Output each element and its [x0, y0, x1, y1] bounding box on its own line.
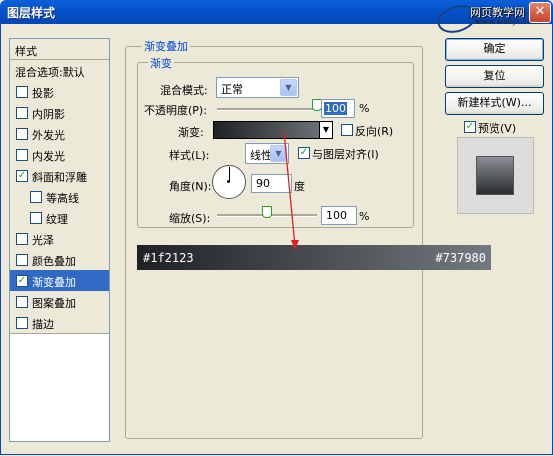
sidebar-item[interactable]: ✓ 渐变叠加 — [10, 270, 109, 292]
chevron-down-icon: ▼ — [280, 79, 297, 96]
sidebar-item-label: 描边 — [32, 318, 54, 331]
gradient-dropdown-icon[interactable]: ▼ — [319, 121, 333, 139]
sidebar-item-checkbox[interactable] — [16, 86, 28, 98]
sidebar-item-label: 颜色叠加 — [32, 255, 76, 268]
sidebar-item-checkbox[interactable] — [16, 233, 28, 245]
sidebar-item-label: 外发光 — [32, 129, 65, 142]
sidebar-item-label: 纹理 — [46, 213, 68, 226]
sidebar-item-checkbox[interactable] — [16, 128, 28, 140]
opacity-slider[interactable] — [217, 108, 317, 111]
sidebar-item[interactable]: 混合选项:默认 — [10, 60, 109, 82]
sidebar-item[interactable]: 纹理 — [10, 207, 109, 229]
sidebar-item[interactable]: 图案叠加 — [10, 291, 109, 313]
sidebar-item[interactable]: 等高线 — [10, 186, 109, 208]
sidebar-item-label: 渐变叠加 — [32, 276, 76, 289]
gradient-start-color-label: #1f2123 — [143, 251, 194, 265]
sidebar-item[interactable]: 内阴影 — [10, 102, 109, 124]
opacity-input-value: 100 — [324, 102, 347, 115]
opacity-label: 不透明度(P): — [144, 104, 207, 117]
sidebar-item-checkbox[interactable] — [16, 149, 28, 161]
style-preview-swatch — [476, 156, 514, 195]
sidebar-item-label: 斜面和浮雕 — [32, 171, 87, 184]
scale-slider-handle[interactable] — [262, 206, 272, 218]
reverse-label: 反向(R) — [355, 125, 394, 138]
sidebar-item[interactable]: 光泽 — [10, 228, 109, 250]
angle-input[interactable]: 90 — [251, 174, 292, 193]
angle-label: 角度(N): — [169, 180, 212, 193]
preview-checkbox[interactable]: ✓ — [464, 121, 476, 133]
scale-percent: % — [359, 210, 370, 223]
opacity-input[interactable]: 100 — [321, 99, 355, 118]
sidebar-item[interactable]: 外发光 — [10, 123, 109, 145]
sidebar-item[interactable]: 投影 — [10, 81, 109, 103]
style-value: 线性 — [250, 149, 272, 162]
angle-unit: 度 — [294, 180, 305, 193]
sidebar-item-label: 内发光 — [32, 150, 65, 163]
align-with-layer-label: 与图层对齐(I) — [312, 148, 379, 161]
blend-mode-value: 正常 — [221, 83, 243, 96]
gradient-overlay-title: 渐变叠加 — [142, 38, 190, 54]
style-label: 样式(L): — [169, 149, 210, 162]
angle-dial-center — [227, 180, 230, 183]
sidebar-item-label: 图案叠加 — [32, 297, 76, 310]
close-button[interactable]: ✕ — [529, 2, 551, 23]
sidebar-item-label: 内阴影 — [32, 108, 65, 121]
scale-input[interactable]: 100 — [321, 206, 357, 225]
preview-label: 预览(V) — [478, 122, 517, 135]
sidebar-item[interactable]: ✓ 斜面和浮雕 — [10, 165, 109, 187]
sidebar-item-label: 光泽 — [32, 234, 54, 247]
style-list-header-label: 样式 — [15, 45, 37, 58]
sidebar-item-label: 等高线 — [46, 192, 79, 205]
sidebar-item-checkbox[interactable] — [16, 254, 28, 266]
gradient-label: 渐变: — [178, 126, 204, 139]
gradient-annotation-bar: #1f2123 #737980 — [137, 245, 491, 270]
sidebar-item-checkbox[interactable] — [16, 317, 28, 329]
sidebar-item-checkbox[interactable] — [16, 296, 28, 308]
blend-mode-select[interactable]: 正常 ▼ — [216, 77, 299, 98]
window-title: 图层样式 — [7, 6, 56, 20]
scale-label: 缩放(S): — [169, 212, 211, 225]
ok-button[interactable]: 确定 — [445, 38, 544, 61]
sidebar-item-label: 投影 — [32, 87, 54, 100]
title-bar: 图层样式 网页教学网 www.webjx.com ✕ — [0, 0, 553, 38]
opacity-percent: % — [359, 102, 370, 115]
style-list: 样式 混合选项:默认投影内阴影外发光内发光 ✓ 斜面和浮雕等高线纹理光泽颜色叠加 ✓ 渐… — [9, 38, 110, 442]
sidebar-item-checkbox[interactable] — [30, 212, 42, 224]
angle-dial[interactable] — [212, 165, 246, 199]
sidebar-item-checkbox[interactable] — [30, 191, 42, 203]
sidebar-item[interactable]: 颜色叠加 — [10, 249, 109, 271]
sidebar-item[interactable]: 内发光 — [10, 144, 109, 166]
sidebar-item-checkbox[interactable]: ✓ — [16, 170, 28, 182]
scale-input-value: 100 — [326, 209, 347, 222]
sidebar-item-label: 混合选项:默认 — [15, 66, 85, 79]
sidebar-item[interactable]: 描边 — [10, 312, 109, 334]
new-style-button[interactable]: 新建样式(W)... — [445, 92, 544, 115]
style-preview — [457, 137, 534, 214]
reverse-checkbox[interactable] — [341, 124, 353, 136]
gradient-picker[interactable] — [213, 121, 333, 139]
align-with-layer-checkbox[interactable]: ✓ — [298, 147, 310, 159]
sidebar-item-checkbox[interactable]: ✓ — [16, 275, 28, 287]
style-select[interactable]: 线性 ▼ — [245, 143, 289, 164]
chevron-down-icon: ▼ — [270, 145, 287, 162]
blend-mode-label: 混合模式: — [160, 84, 208, 97]
angle-input-value: 90 — [256, 177, 270, 190]
style-list-header: 样式 — [10, 39, 109, 60]
gradient-end-color-label: #737980 — [435, 251, 486, 265]
sidebar-item-checkbox[interactable] — [16, 107, 28, 119]
gradient-group-title: 渐变 — [148, 55, 174, 71]
reset-button[interactable]: 复位 — [445, 65, 544, 88]
